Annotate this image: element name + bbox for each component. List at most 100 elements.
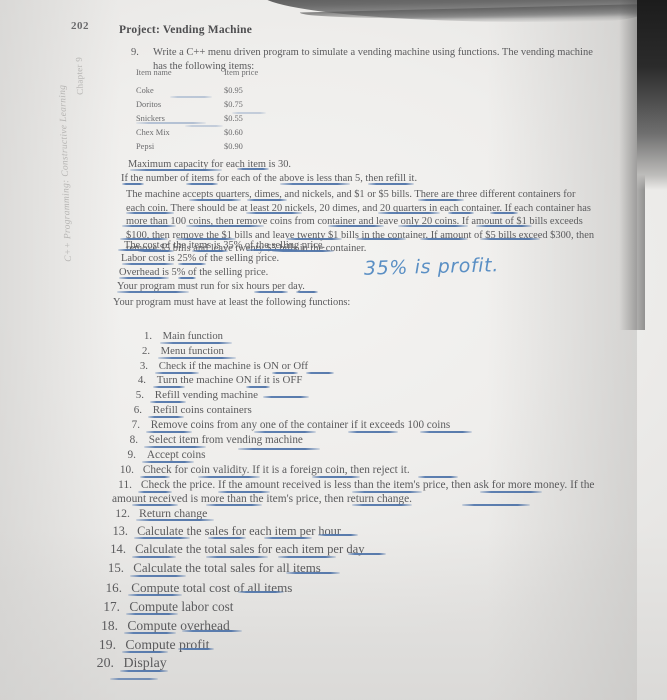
function-list-item-8: 8. Select item from vending machine: [122, 434, 303, 446]
function-number: 17.: [103, 599, 120, 614]
function-number: 1.: [144, 331, 152, 342]
pen-underline: [160, 342, 232, 344]
column-header-item-price: Item price: [224, 68, 259, 77]
function-list-item-7: 7. Remove coins from any one of the cont…: [124, 419, 451, 431]
table-row: Chex Mix $0.60: [136, 125, 334, 139]
function-list-item-16: 16. Compute total cost of all items: [102, 580, 293, 596]
spec-runtime: Your program must run for six hours per …: [117, 281, 305, 292]
function-label: Refill vending machine: [154, 389, 258, 401]
function-label: Calculate the total sales for all items: [133, 561, 321, 575]
cell-item-name: Pepsi: [136, 141, 155, 151]
cell-item-price: $0.75: [224, 99, 243, 109]
function-label: Menu function: [160, 345, 224, 357]
function-label: Compute overhead: [127, 618, 230, 633]
function-number: 12.: [115, 506, 130, 520]
function-list-item-1: 1. Main function: [136, 331, 223, 342]
pen-underline: [306, 372, 334, 374]
cell-item-name: Snickers: [136, 113, 165, 123]
function-label: Turn the machine ON if it is OFF: [156, 374, 303, 386]
function-number: 20.: [96, 656, 114, 671]
cell-item-name: Coke: [136, 85, 154, 95]
spec-labor: Labor cost is 25% of the selling price.: [121, 253, 280, 264]
function-label: Check if the machine is ON or Off: [158, 360, 309, 372]
function-label: Check the price. If the amount received …: [112, 479, 595, 505]
function-number: 18.: [101, 618, 118, 633]
pen-underline: [198, 476, 260, 478]
pen-underline: [246, 386, 270, 388]
table-row: Coke $0.95: [136, 83, 334, 97]
pen-underline: [348, 431, 398, 433]
function-number: 9.: [127, 449, 136, 461]
table-header-row: Item name Item price: [136, 68, 334, 83]
function-list-item-3: 3. Check if the machine is ON or Off: [132, 360, 308, 372]
function-list-item-2: 2. Menu function: [134, 345, 224, 357]
pen-underline: [418, 476, 458, 478]
table-row: Pepsi $0.90: [136, 139, 334, 153]
spec-overhead: Overhead is 5% of the selling price.: [119, 267, 269, 278]
pen-underline: [142, 461, 194, 463]
cell-item-price: $0.55: [224, 113, 243, 123]
function-label: Calculate the sales for each item per ho…: [137, 524, 341, 538]
function-number: 3.: [139, 360, 148, 372]
chapter-margin-text: Chapter 9: [73, 56, 85, 95]
pen-underline: [140, 476, 170, 478]
function-label: Compute total cost of all items: [131, 580, 293, 595]
function-list-item-10: 10. Check for coin validity. If it is a …: [114, 464, 410, 476]
function-list-item-14: 14. Calculate the total sales for each i…: [106, 542, 365, 557]
function-number: 7.: [131, 419, 140, 431]
book-title-margin-text: C++ Programming: Constructive Learning: [57, 84, 74, 262]
spec-cost: The cost of the items is 35% of the sell…: [124, 240, 326, 251]
function-number: 8.: [129, 434, 138, 446]
function-number: 4.: [137, 374, 146, 386]
function-list-item-9: 9. Accept coins: [120, 449, 206, 461]
function-number: 19.: [98, 637, 116, 652]
function-label: Calculate the total sales for each item …: [135, 542, 365, 556]
function-label: Display: [123, 656, 167, 671]
pen-underline: [144, 446, 206, 448]
pen-underline: [148, 416, 184, 418]
spec-refill-rule: If the number of items for each of the a…: [121, 173, 418, 184]
question-number: 9.: [131, 47, 139, 58]
cell-item-name: Chex Mix: [136, 127, 170, 137]
function-number: 13.: [112, 524, 128, 538]
function-list-item-13: 13. Calculate the sales for each item pe…: [108, 524, 341, 539]
function-label: Check for coin validity. If it is a fore…: [142, 464, 410, 476]
pen-underline: [153, 386, 185, 388]
item-price-table: Item name Item price Coke $0.95 Doritos …: [136, 68, 334, 153]
pen-underline: [150, 401, 186, 403]
function-number: 16.: [105, 580, 122, 595]
function-list-item-12: 12. Return change: [110, 506, 207, 521]
pen-underline: [146, 431, 192, 433]
pen-underline: [263, 396, 309, 398]
column-header-item-name: Item name: [136, 68, 172, 77]
function-number: 2.: [141, 345, 150, 357]
spec-capacity: Maximum capacity for each item is 30.: [128, 159, 292, 170]
function-list-item-17: 17. Compute labor cost: [100, 599, 233, 615]
function-list-item-19: 19. Compute profit: [96, 637, 210, 653]
function-list-item-15: 15. Calculate the total sales for all it…: [104, 561, 321, 576]
function-label: Main function: [162, 331, 223, 342]
spec-functions-intro: Your program must have at least the foll…: [113, 297, 351, 308]
page-title: Project: Vending Machine: [119, 24, 252, 36]
function-label: Return change: [138, 506, 208, 520]
table-row: Doritos $0.75: [136, 97, 334, 111]
function-label: Accept coins: [146, 449, 206, 461]
cell-item-price: $0.95: [224, 85, 243, 95]
pen-underline: [110, 678, 158, 680]
function-label: Refill coins containers: [152, 404, 252, 416]
pen-underline: [312, 476, 360, 478]
pen-underline: [238, 448, 320, 450]
function-number: 11.: [118, 479, 132, 491]
scanned-page: C++ Programming: Constructive Learning C…: [0, 0, 667, 700]
cell-item-name: Doritos: [136, 99, 162, 109]
function-list-item-4: 4. Turn the machine ON if it is OFF: [130, 374, 303, 386]
function-list-item-6: 6. Refill coins containers: [126, 404, 252, 416]
function-number: 14.: [110, 542, 126, 556]
function-list-item-20: 20. Display: [94, 656, 167, 672]
function-label: Select item from vending machine: [148, 434, 303, 446]
cell-item-price: $0.90: [224, 141, 243, 151]
page-number: 202: [71, 20, 89, 32]
function-label: Remove coins from any one of the contain…: [150, 419, 451, 431]
function-number: 15.: [107, 561, 124, 575]
pen-underline: [254, 431, 316, 433]
